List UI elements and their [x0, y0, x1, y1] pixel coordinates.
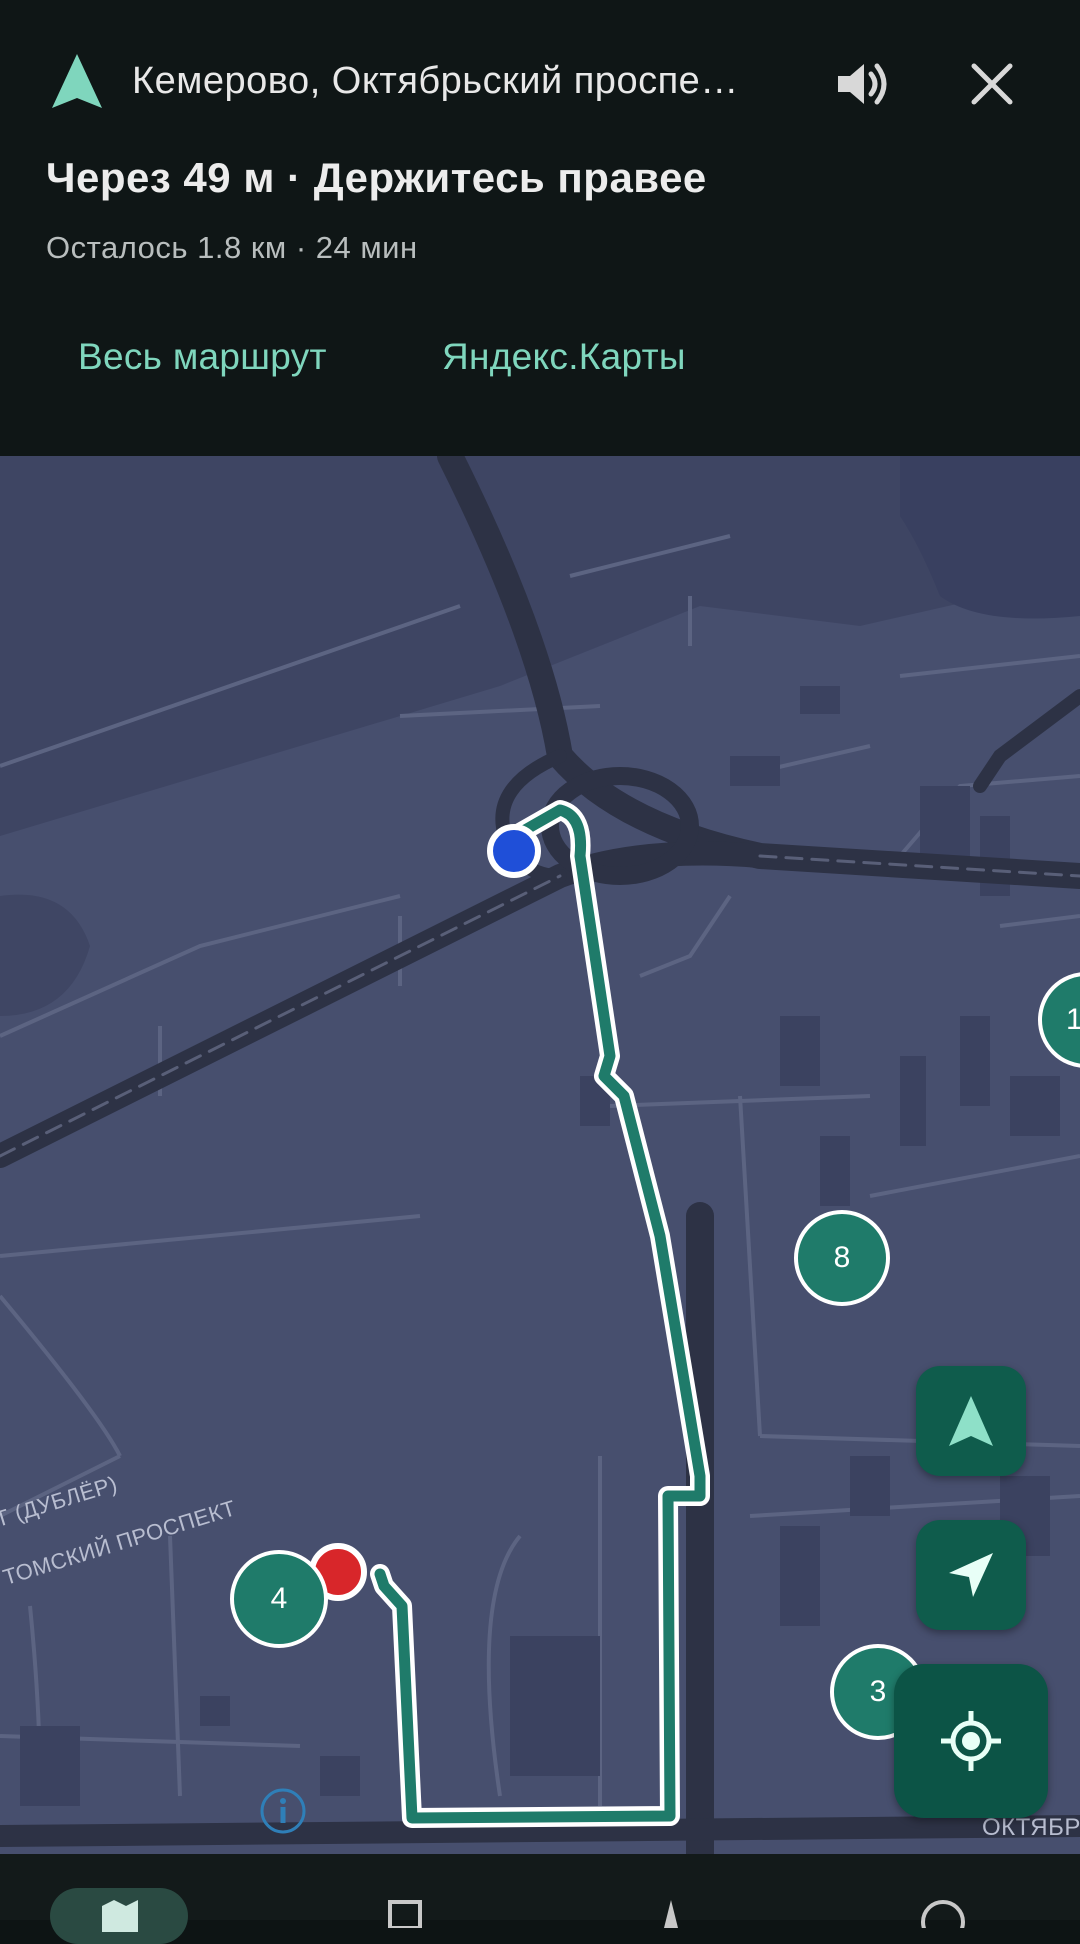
- whole-route-button[interactable]: Весь маршрут: [78, 336, 327, 378]
- map-tab-icon: [102, 1900, 138, 1932]
- compass-north-icon: [949, 1396, 993, 1446]
- direction-button[interactable]: [916, 1520, 1026, 1630]
- poi-cluster[interactable]: 8: [794, 1210, 890, 1306]
- bookmarks-tab-icon[interactable]: [382, 1898, 428, 1928]
- map-canvas: [0, 456, 1080, 1854]
- user-location-marker: [487, 824, 541, 878]
- navigation-arrow-icon: [52, 54, 102, 108]
- destination-address: Кемерово, Октябрьский проспе…: [132, 60, 739, 102]
- my-location-icon: [941, 1711, 1001, 1771]
- remaining-distance-time: Осталось 1.8 км · 24 мин: [46, 230, 418, 265]
- tab-map[interactable]: [50, 1888, 188, 1944]
- bottom-navigation: [0, 1854, 1080, 1944]
- compass-north-button[interactable]: [916, 1366, 1026, 1476]
- navigation-tab-icon[interactable]: [648, 1898, 694, 1928]
- navigation-panel: Кемерово, Октябрьский проспе… Через 49 м…: [0, 0, 1080, 456]
- street-label: ОКТЯБР: [982, 1814, 1080, 1841]
- my-location-button[interactable]: [894, 1664, 1048, 1818]
- direction-arrow-icon: [949, 1553, 993, 1597]
- info-icon[interactable]: [258, 1786, 308, 1836]
- poi-cluster[interactable]: 4: [230, 1550, 328, 1648]
- map-area-west: [0, 894, 90, 1016]
- maneuver-instruction: Через 49 м · Держитесь правее: [46, 154, 707, 201]
- volume-icon[interactable]: [830, 52, 894, 116]
- close-icon[interactable]: [960, 52, 1024, 116]
- profile-tab-icon[interactable]: [920, 1898, 966, 1928]
- yandex-maps-button[interactable]: Яндекс.Карты: [442, 336, 686, 378]
- map-view[interactable]: Т (ДУБЛЁР) ТОМСКИЙ ПРОСПЕКТ ОКТЯБР 8 4 3…: [0, 456, 1080, 1854]
